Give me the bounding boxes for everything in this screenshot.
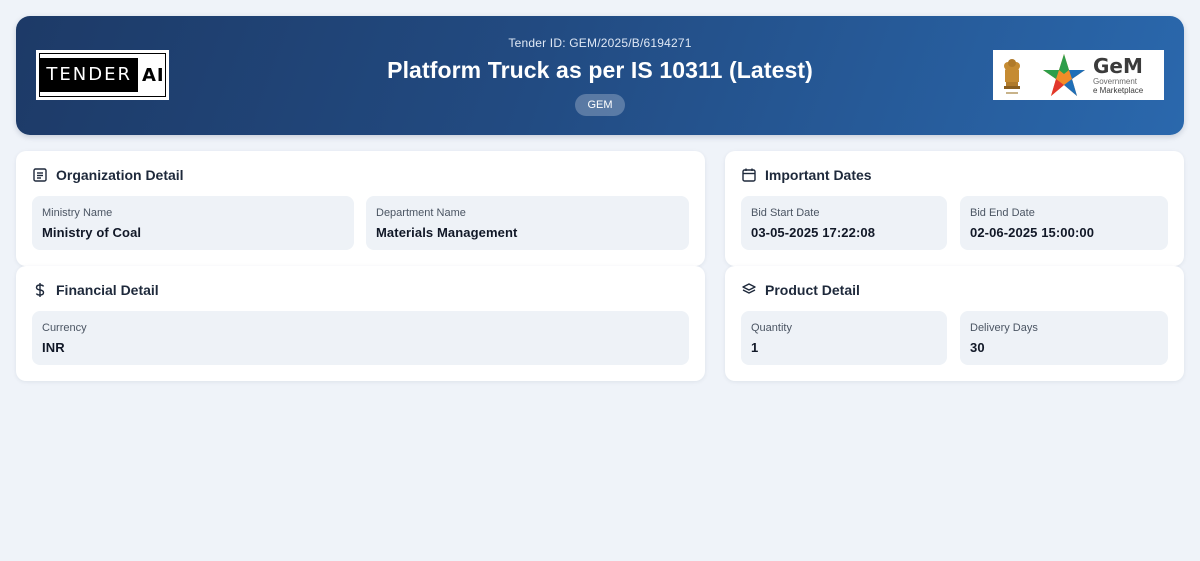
- list-icon: [33, 168, 47, 182]
- gem-star-icon: [1043, 54, 1085, 96]
- field-value: 03-05-2025 17:22:08: [751, 225, 876, 240]
- logo-ai-text: AI: [141, 64, 165, 86]
- field-value: 02-06-2025 15:00:00: [970, 225, 1095, 240]
- field-value: 30: [970, 340, 985, 355]
- product-card-title: Product Detail: [741, 282, 860, 298]
- financial-title-text: Financial Detail: [56, 282, 159, 298]
- field-label: Bid End Date: [970, 207, 1035, 219]
- product-card: Product Detail Quantity 1 Delivery Days …: [725, 266, 1184, 381]
- organization-title-text: Organization Detail: [56, 167, 184, 183]
- organization-card-title: Organization Detail: [32, 167, 184, 183]
- dollar-icon: [35, 283, 45, 297]
- tender-id: Tender ID: GEM/2025/B/6194271: [508, 36, 692, 50]
- quantity-field: Quantity 1: [741, 311, 947, 365]
- gem-logo: GeM Government e Marketplace: [993, 50, 1164, 100]
- logo-tender-text: TENDER: [40, 58, 138, 92]
- field-value: 1: [751, 340, 759, 355]
- field-value: Materials Management: [376, 225, 518, 240]
- ministry-name-field: Ministry Name Ministry of Coal: [32, 196, 354, 250]
- organization-card: Organization Detail Ministry Name Minist…: [16, 151, 705, 266]
- financial-card: Financial Detail Currency INR: [16, 266, 705, 381]
- field-label: Currency: [42, 322, 87, 334]
- field-label: Delivery Days: [970, 322, 1038, 334]
- national-emblem-icon: [1004, 59, 1020, 94]
- delivery-days-field: Delivery Days 30: [960, 311, 1168, 365]
- currency-field: Currency INR: [32, 311, 689, 365]
- dates-card-title: Important Dates: [741, 167, 872, 183]
- calendar-icon: [742, 168, 756, 182]
- source-badge: GEM: [575, 94, 625, 116]
- gem-wordmark: GeM Government e Marketplace: [1093, 56, 1143, 95]
- bid-start-date-field: Bid Start Date 03-05-2025 17:22:08: [741, 196, 947, 250]
- tender-header: TENDER AI Tender ID: GEM/2025/B/6194271 …: [16, 16, 1184, 135]
- gem-subtitle-2: e Marketplace: [1093, 85, 1144, 95]
- financial-card-title: Financial Detail: [32, 282, 159, 298]
- bid-end-date-field: Bid End Date 02-06-2025 15:00:00: [960, 196, 1168, 250]
- layers-icon: [742, 283, 756, 294]
- page-title: Platform Truck as per IS 10311 (Latest): [387, 57, 813, 83]
- field-value: Ministry of Coal: [42, 225, 142, 240]
- field-label: Bid Start Date: [751, 207, 820, 219]
- dates-card: Important Dates Bid Start Date 03-05-202…: [725, 151, 1184, 266]
- department-name-field: Department Name Materials Management: [366, 196, 689, 250]
- logo-frame: TENDER AI: [39, 53, 166, 97]
- header-center: Tender ID: GEM/2025/B/6194271 Platform T…: [316, 36, 884, 116]
- gem-word: GeM: [1093, 53, 1143, 78]
- dates-title-text: Important Dates: [765, 167, 872, 183]
- product-title-text: Product Detail: [765, 282, 860, 298]
- field-label: Ministry Name: [42, 207, 113, 219]
- tender-ai-logo[interactable]: TENDER AI: [36, 50, 169, 100]
- field-label: Quantity: [751, 322, 792, 334]
- gem-subtitle-1: Government: [1093, 76, 1138, 86]
- field-label: Department Name: [376, 207, 466, 219]
- field-value: INR: [42, 340, 65, 355]
